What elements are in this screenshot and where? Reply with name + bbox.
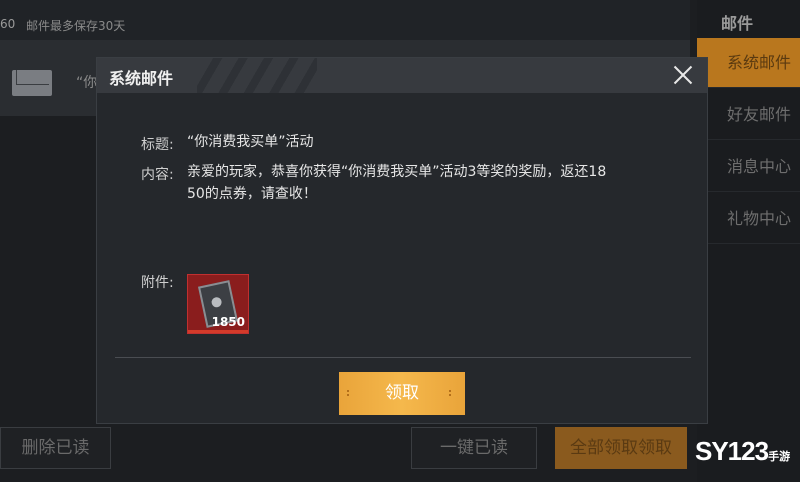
sidebar-item-friend-mail[interactable]: 好友邮件 xyxy=(697,90,800,140)
mail-count: 60 xyxy=(0,17,16,31)
content-label: 内容: xyxy=(141,167,174,183)
subject-value: “你消费我买单”活动 xyxy=(187,134,314,150)
site-watermark: SY123手游 xyxy=(695,436,790,467)
attachment-item-slot[interactable]: 1850 xyxy=(187,274,249,334)
content-line-1: 亲爱的玩家，恭喜你获得“你消费我买单”活动3等奖的奖励，返还18 xyxy=(187,164,607,180)
watermark-sub: 手游 xyxy=(768,451,791,463)
claim-all-button[interactable]: 全部领取领取 xyxy=(555,427,687,469)
dialog-title: 系统邮件 xyxy=(109,69,174,88)
mail-retention-note: 邮件最多保存30天 xyxy=(26,19,126,33)
dialog-divider xyxy=(115,357,691,358)
sidebar-header: 邮件 xyxy=(721,14,754,33)
item-rarity-bar xyxy=(188,330,248,333)
dialog-header: 系统邮件 xyxy=(97,58,707,93)
sidebar-item-message-center[interactable]: 消息中心 xyxy=(697,142,800,192)
sidebar-item-gift-center[interactable]: 礼物中心 xyxy=(697,194,800,244)
attachment-label: 附件: xyxy=(141,275,174,291)
attachment-count: 1850 xyxy=(211,315,245,329)
mail-sidebar: 邮件 系统邮件 好友邮件 消息中心 礼物中心 xyxy=(697,0,800,482)
subject-label: 标题: xyxy=(141,137,174,153)
close-icon[interactable] xyxy=(669,61,697,89)
system-mail-dialog: 系统邮件 标题: “你消费我买单”活动 内容: 亲爱的玩家，恭喜你获得“你消费我… xyxy=(96,57,708,424)
claim-button[interactable]: 领取 xyxy=(339,372,465,415)
mail-snippet: “你 xyxy=(76,75,98,91)
content-line-2: 50的点券，请查收！ xyxy=(187,186,317,202)
delete-read-button[interactable]: 删除已读 xyxy=(0,427,111,469)
header-stripes xyxy=(197,58,317,93)
envelope-icon xyxy=(12,70,52,96)
one-click-read-button[interactable]: 一键已读 xyxy=(411,427,537,469)
watermark-text: SY123 xyxy=(695,436,769,466)
sidebar-item-system-mail[interactable]: 系统邮件 xyxy=(697,38,800,88)
